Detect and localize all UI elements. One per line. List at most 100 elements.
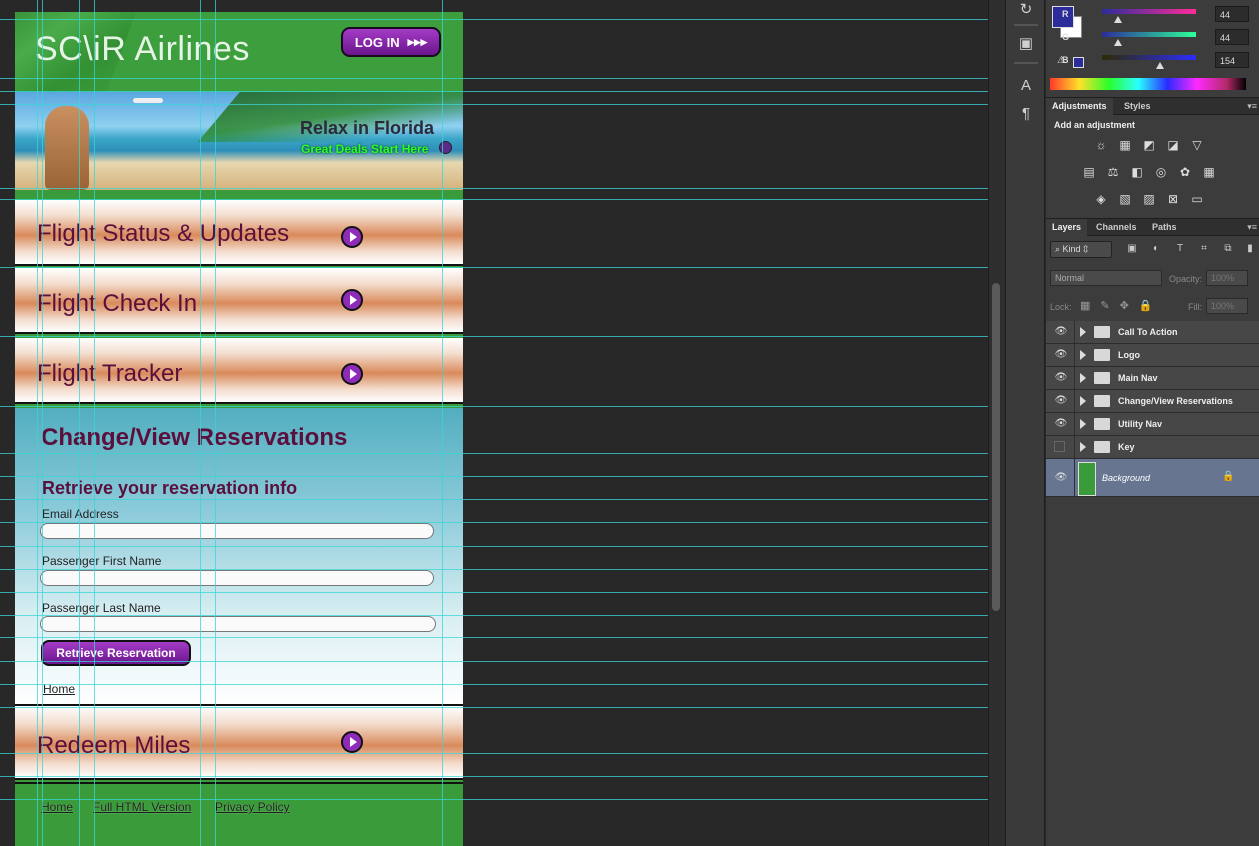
guide-line bbox=[0, 199, 988, 200]
eye-icon[interactable]: 👁 bbox=[1054, 326, 1068, 338]
pixel-filter-icon[interactable]: ▣ bbox=[1126, 243, 1138, 255]
canvas-scrollbar[interactable] bbox=[988, 0, 1005, 846]
layer-row[interactable]: 👁 Logo bbox=[1046, 344, 1259, 367]
layer-row[interactable]: 👁 Utility Nav bbox=[1046, 413, 1259, 436]
slider-knob[interactable] bbox=[1114, 39, 1122, 46]
color-balance-icon[interactable]: ⚖ bbox=[1106, 165, 1120, 179]
eye-icon[interactable]: 👁 bbox=[1054, 395, 1068, 407]
panel-menu-icon[interactable]: ▾≡ bbox=[1247, 98, 1257, 115]
folder-icon bbox=[1094, 326, 1110, 338]
footer-home-link[interactable]: Home bbox=[41, 800, 73, 814]
expand-arrow-icon[interactable] bbox=[1080, 419, 1086, 429]
nav-flight-status[interactable]: Flight Status & Updates bbox=[15, 200, 463, 266]
nav-redeem-miles[interactable]: Redeem Miles bbox=[15, 706, 463, 780]
expand-arrow-icon[interactable] bbox=[1080, 350, 1086, 360]
nav-check-in[interactable]: Flight Check In bbox=[15, 268, 463, 334]
nav-flight-tracker[interactable]: Flight Tracker bbox=[15, 338, 463, 404]
expand-arrow-icon[interactable] bbox=[1080, 396, 1086, 406]
green-slider[interactable] bbox=[1102, 32, 1196, 37]
color-lookup-icon[interactable]: ▦ bbox=[1202, 165, 1216, 179]
gradient-map-icon[interactable]: ▭ bbox=[1190, 192, 1204, 206]
photo-filter-icon[interactable]: ◎ bbox=[1154, 165, 1168, 179]
lock-icons[interactable]: ▦✎✥🔒 bbox=[1080, 299, 1163, 312]
folder-icon bbox=[1094, 395, 1110, 407]
selective-color-icon[interactable]: ⊠ bbox=[1166, 192, 1180, 206]
properties-icon[interactable]: ▣ bbox=[1016, 34, 1036, 54]
black-white-icon[interactable]: ◧ bbox=[1130, 165, 1144, 179]
play-arrow-icon[interactable] bbox=[341, 226, 363, 248]
email-field[interactable] bbox=[40, 523, 434, 539]
blend-mode-select[interactable]: Normal bbox=[1050, 270, 1162, 286]
threshold-icon[interactable]: ▨ bbox=[1142, 192, 1156, 206]
guide-line bbox=[79, 0, 80, 846]
character-icon[interactable]: A bbox=[1016, 76, 1036, 96]
guide-line bbox=[0, 188, 988, 189]
eye-icon[interactable]: 👁 bbox=[1054, 349, 1068, 361]
eye-icon[interactable]: 👁 bbox=[1054, 418, 1068, 430]
play-arrow-icon[interactable] bbox=[341, 731, 363, 753]
hero-banner[interactable]: Relax in Florida Great Deals Start Here bbox=[15, 92, 463, 190]
expand-arrow-icon[interactable] bbox=[1080, 442, 1086, 452]
expand-arrow-icon[interactable] bbox=[1080, 327, 1086, 337]
layer-row[interactable]: 👁 Call To Action bbox=[1046, 321, 1259, 344]
panel-menu-icon[interactable]: ▾≡ bbox=[1247, 219, 1257, 236]
tab-paths[interactable]: Paths bbox=[1146, 219, 1183, 236]
kind-filter-select[interactable]: ⌕ Kind ⇕ bbox=[1050, 241, 1112, 258]
type-filter-icon[interactable]: T bbox=[1174, 243, 1186, 255]
invert-icon[interactable]: ◈ bbox=[1094, 192, 1108, 206]
web-color-swatch[interactable] bbox=[1073, 57, 1084, 68]
tab-layers[interactable]: Layers bbox=[1046, 219, 1088, 236]
channel-mixer-icon[interactable]: ✿ bbox=[1178, 165, 1192, 179]
eye-icon[interactable]: 👁 bbox=[1054, 472, 1068, 484]
filter-toggle-icon[interactable]: ▮ bbox=[1244, 243, 1256, 255]
play-arrow-icon[interactable] bbox=[341, 289, 363, 311]
layer-row[interactable]: 👁 Main Nav bbox=[1046, 367, 1259, 390]
footer-privacy-link[interactable]: Privacy Policy bbox=[215, 800, 290, 814]
green-value-field[interactable]: 44 bbox=[1215, 29, 1249, 45]
history-icon[interactable]: ↻ bbox=[1016, 0, 1036, 20]
blue-value-field[interactable]: 154 bbox=[1215, 52, 1249, 68]
visibility-toggle-off[interactable] bbox=[1054, 441, 1065, 452]
adjustment-filter-icon[interactable]: ◐ bbox=[1150, 243, 1162, 255]
play-arrow-icon[interactable] bbox=[341, 363, 363, 385]
last-name-field[interactable] bbox=[40, 616, 436, 632]
document-canvas[interactable]: SC\iR Airlines LOG IN ▸▸▸ Relax in Flori… bbox=[0, 0, 988, 846]
divider bbox=[1074, 321, 1075, 343]
color-spectrum-bar[interactable] bbox=[1050, 78, 1246, 90]
hue-saturation-icon[interactable]: ▤ bbox=[1082, 165, 1096, 179]
vibrance-icon[interactable]: ▽ bbox=[1190, 138, 1204, 152]
retrieve-reservation-button[interactable]: Retrieve Reservation bbox=[41, 640, 191, 666]
opacity-field[interactable]: 100% bbox=[1206, 270, 1248, 286]
tab-styles[interactable]: Styles bbox=[1118, 98, 1157, 115]
slider-knob[interactable] bbox=[1114, 16, 1122, 23]
exposure-icon[interactable]: ◪ bbox=[1166, 138, 1180, 152]
tab-channels[interactable]: Channels bbox=[1090, 219, 1143, 236]
guide-line bbox=[0, 684, 988, 685]
guide-line bbox=[0, 776, 988, 777]
layer-row[interactable]: Key bbox=[1046, 436, 1259, 459]
smart-object-filter-icon[interactable]: ⧉ bbox=[1222, 243, 1234, 255]
fill-field[interactable]: 100% bbox=[1206, 298, 1248, 314]
slider-knob[interactable] bbox=[1156, 62, 1164, 69]
layer-row[interactable]: 👁 Change/View Reservations bbox=[1046, 390, 1259, 413]
login-arrows-icon: ▸▸▸ bbox=[407, 34, 428, 49]
first-name-field[interactable] bbox=[40, 570, 434, 586]
expand-arrow-icon[interactable] bbox=[1080, 373, 1086, 383]
levels-icon[interactable]: ▦ bbox=[1118, 138, 1132, 152]
curves-icon[interactable]: ◩ bbox=[1142, 138, 1156, 152]
eye-icon[interactable]: 👁 bbox=[1054, 372, 1068, 384]
guide-line bbox=[94, 0, 95, 846]
posterize-icon[interactable]: ▧ bbox=[1118, 192, 1132, 206]
footer-html-link[interactable]: Full HTML Version bbox=[93, 800, 191, 814]
login-button[interactable]: LOG IN ▸▸▸ bbox=[341, 27, 441, 57]
shape-filter-icon[interactable]: ⌗ bbox=[1198, 243, 1210, 255]
blue-slider[interactable] bbox=[1102, 55, 1196, 60]
layer-row-background[interactable]: 👁 Background 🔒 bbox=[1046, 459, 1259, 497]
paragraph-icon[interactable]: ¶ bbox=[1016, 104, 1036, 124]
red-value-field[interactable]: 44 bbox=[1215, 6, 1249, 22]
brightness-icon[interactable]: ☼ bbox=[1094, 138, 1108, 152]
scrollbar-thumb[interactable] bbox=[992, 283, 1000, 611]
first-name-label: Passenger First Name bbox=[42, 554, 162, 568]
red-slider[interactable] bbox=[1102, 9, 1196, 14]
tab-adjustments[interactable]: Adjustments bbox=[1046, 98, 1113, 115]
